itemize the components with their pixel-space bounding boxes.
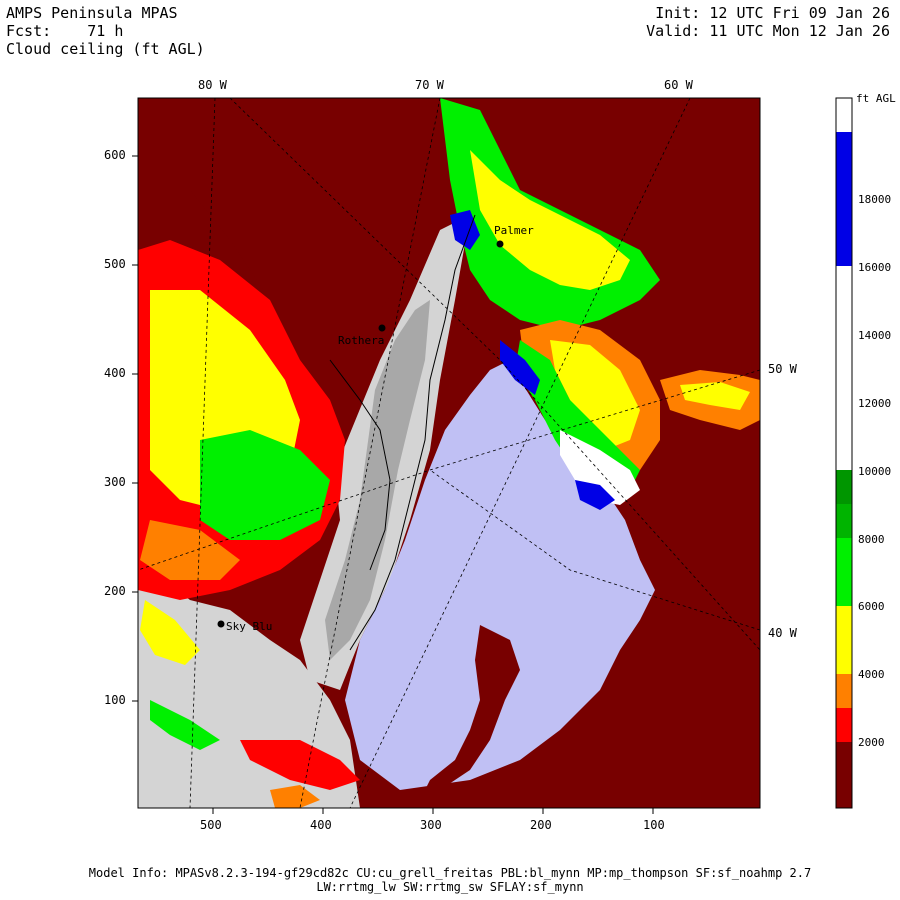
y-tick-label: 400	[104, 366, 126, 380]
map-figure: Palmer Rothera Sky Blu	[132, 97, 853, 814]
colorbar-label: 12000	[858, 397, 892, 410]
cb-green	[836, 538, 852, 606]
colorbar-label: 10000	[858, 465, 892, 478]
colorbar	[835, 97, 853, 809]
colorbar-label: 2000	[858, 736, 885, 749]
model-info-line1: Model Info: MPASv8.2.3-194-gf29cd82c CU:…	[88, 866, 812, 880]
x-tick-label: 200	[530, 818, 552, 832]
cb-white	[836, 266, 852, 470]
x-ticks	[212, 808, 654, 814]
model-info-line2: LW:rrtmg_lw SW:rrtmg_sw SFLAY:sf_mynn	[316, 880, 584, 894]
lon-label-right: 50 W	[768, 362, 797, 376]
x-tick-label: 300	[420, 818, 442, 832]
cb-green-mid	[836, 504, 852, 538]
station-label-sky-blu: Sky Blu	[226, 620, 272, 633]
map-field	[138, 98, 760, 808]
colorbar-label: 16000	[858, 261, 892, 274]
cb-yellow	[836, 606, 852, 674]
lon-label-top: 80 W	[198, 78, 227, 92]
colorbar-label: 14000	[858, 329, 892, 342]
y-tick-label: 600	[104, 148, 126, 162]
y-ticks	[132, 155, 138, 702]
colorbar-label: 4000	[858, 668, 885, 681]
lon-label-top: 70 W	[415, 78, 444, 92]
y-tick-label: 100	[104, 693, 126, 707]
station-label-palmer: Palmer	[494, 224, 534, 237]
station-label-rothera: Rothera	[338, 334, 384, 347]
station-marker-rothera	[378, 324, 386, 332]
y-tick-label: 200	[104, 584, 126, 598]
x-tick-label: 500	[200, 818, 222, 832]
station-marker-sky-blu	[217, 620, 225, 628]
colorbar-label: 8000	[858, 533, 885, 546]
colorbar-label: 18000	[858, 193, 892, 206]
cb-green-dark	[836, 470, 852, 504]
colorbar-label: 6000	[858, 600, 885, 613]
y-tick-label: 300	[104, 475, 126, 489]
y-tick-label: 500	[104, 257, 126, 271]
cb-red	[836, 708, 852, 742]
colorbar-unit: ft AGL	[856, 92, 896, 105]
cb-orange	[836, 674, 852, 708]
cb-white-top	[836, 98, 852, 132]
station-marker-palmer	[496, 240, 504, 248]
lon-label-right: 40 W	[768, 626, 797, 640]
lon-label-top: 60 W	[664, 78, 693, 92]
x-tick-label: 100	[643, 818, 665, 832]
x-tick-label: 400	[310, 818, 332, 832]
cb-blue	[836, 132, 852, 266]
cb-dark-red	[836, 742, 852, 808]
